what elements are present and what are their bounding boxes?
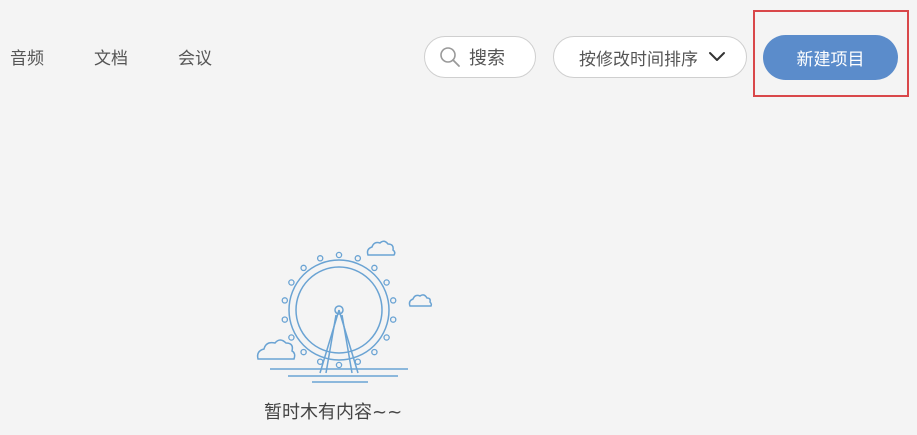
ferris-wheel-cabin (383, 334, 390, 341)
ferris-wheel-cabin (335, 251, 343, 259)
ferris-wheel-cabin (300, 348, 307, 356)
ferris-wheel-cabin (335, 361, 343, 369)
ferris-wheel-cabin (389, 316, 397, 323)
sort-label: 按修改时间排序 (579, 49, 698, 70)
ferris-wheel-cabin (300, 264, 307, 272)
search-button[interactable]: 搜索 (424, 36, 536, 78)
ferris-wheel-cabin (383, 279, 390, 286)
ferris-wheel-cabin (288, 334, 295, 341)
sort-dropdown[interactable]: 按修改时间排序 (553, 36, 747, 78)
new-project-button[interactable]: 新建项目 (763, 35, 898, 80)
ferris-wheel-cabin (371, 348, 378, 356)
search-label: 搜索 (469, 48, 505, 69)
tab-audio[interactable]: 音频 (10, 44, 44, 69)
ferris-wheel-cabin (281, 297, 289, 304)
ferris-wheel-cabin (316, 358, 324, 365)
ferris-wheel-cabin (354, 358, 362, 365)
app-root: 音频 文档 会议 搜索 按修改时间排序 新建项目 暂时木有内容~~ (0, 0, 917, 435)
ferris-wheel-cabin (316, 255, 324, 262)
tab-document[interactable]: 文档 (94, 44, 128, 69)
chevron-down-icon (709, 52, 725, 61)
ferris-wheel-icon (256, 240, 433, 383)
ferris-wheel-cabin (354, 255, 362, 262)
search-icon (440, 47, 460, 67)
ferris-wheel-cabin (371, 264, 378, 272)
ferris-wheel-cabin (288, 279, 295, 286)
ferris-wheel-cabin (389, 297, 397, 304)
tab-meeting[interactable]: 会议 (178, 44, 212, 69)
ferris-wheel-cabin (281, 316, 289, 323)
empty-state-message: 暂时木有内容~~ (264, 402, 403, 423)
